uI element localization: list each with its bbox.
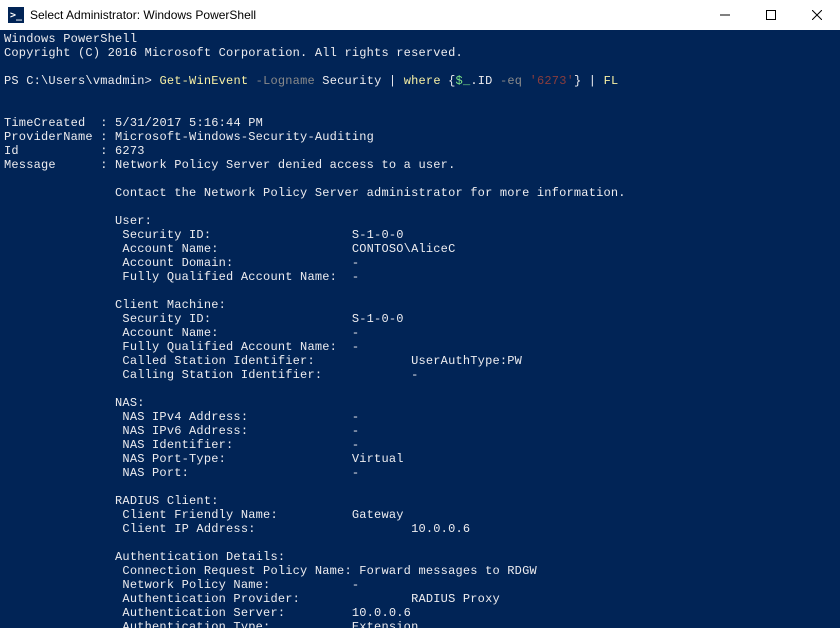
- time-label: TimeCreated :: [4, 116, 115, 130]
- client-header: Client Machine:: [4, 298, 226, 312]
- window-controls: [702, 0, 840, 30]
- client-account: Account Name: -: [4, 326, 359, 340]
- provider-value: Microsoft-Windows-Security-Auditing: [115, 130, 374, 144]
- maximize-button[interactable]: [748, 0, 794, 30]
- copyright-line: Copyright (C) 2016 Microsoft Corporation…: [4, 46, 463, 60]
- radius-name: Client Friendly Name: Gateway: [4, 508, 404, 522]
- radius-header: RADIUS Client:: [4, 494, 219, 508]
- close-button[interactable]: [794, 0, 840, 30]
- powershell-icon: >_: [8, 7, 24, 23]
- op: -eq: [500, 74, 522, 88]
- user-domain: Account Domain: -: [4, 256, 359, 270]
- id-value: 6273: [115, 144, 145, 158]
- client-fq: Fully Qualified Account Name: -: [4, 340, 359, 354]
- auth-np: Network Policy Name: -: [4, 578, 359, 592]
- window-title: Select Administrator: Windows PowerShell: [30, 8, 702, 22]
- literal: '6273': [522, 74, 574, 88]
- header-line: Windows PowerShell: [4, 32, 137, 46]
- cmdlet: Get-WinEvent: [159, 74, 248, 88]
- window-titlebar: >_ Select Administrator: Windows PowerSh…: [0, 0, 840, 30]
- user-sid: Security ID: S-1-0-0: [4, 228, 404, 242]
- user-fq: Fully Qualified Account Name: -: [4, 270, 359, 284]
- nas-id: NAS Identifier: -: [4, 438, 359, 452]
- client-sid: Security ID: S-1-0-0: [4, 312, 404, 326]
- fl-cmd: FL: [604, 74, 619, 88]
- prop: .ID: [470, 74, 500, 88]
- arg: Security |: [315, 74, 404, 88]
- user-account: Account Name: CONTOSO\AliceC: [4, 242, 455, 256]
- minimize-button[interactable]: [702, 0, 748, 30]
- radius-ip: Client IP Address: 10.0.0.6: [4, 522, 470, 536]
- param: -Logname: [248, 74, 315, 88]
- auth-type: Authentication Type: Extension: [4, 620, 418, 628]
- nas-v6: NAS IPv6 Address: -: [4, 424, 359, 438]
- id-label: Id :: [4, 144, 115, 158]
- nas-v4: NAS IPv4 Address: -: [4, 410, 359, 424]
- client-called: Called Station Identifier: UserAuthType:…: [4, 354, 522, 368]
- block-open: {: [441, 74, 456, 88]
- nas-port-type: NAS Port-Type: Virtual: [4, 452, 404, 466]
- contact-line: Contact the Network Policy Server admini…: [4, 186, 626, 200]
- where-cmd: where: [404, 74, 441, 88]
- client-calling: Calling Station Identifier: -: [4, 368, 418, 382]
- auth-header: Authentication Details:: [4, 550, 285, 564]
- provider-label: ProviderName :: [4, 130, 115, 144]
- nas-port: NAS Port: -: [4, 466, 359, 480]
- auth-crp: Connection Request Policy Name: Forward …: [4, 564, 537, 578]
- auth-provider: Authentication Provider: RADIUS Proxy: [4, 592, 500, 606]
- pipeline-var: $_: [456, 74, 471, 88]
- nas-header: NAS:: [4, 396, 145, 410]
- time-value: 5/31/2017 5:16:44 PM: [115, 116, 263, 130]
- ps-prompt: PS C:\Users\vmadmin>: [4, 74, 159, 88]
- terminal-output[interactable]: Windows PowerShell Copyright (C) 2016 Mi…: [0, 30, 840, 628]
- message-value: Network Policy Server denied access to a…: [115, 158, 455, 172]
- message-label: Message :: [4, 158, 115, 172]
- block-close: } |: [574, 74, 604, 88]
- auth-server: Authentication Server: 10.0.0.6: [4, 606, 411, 620]
- user-header: User:: [4, 214, 152, 228]
